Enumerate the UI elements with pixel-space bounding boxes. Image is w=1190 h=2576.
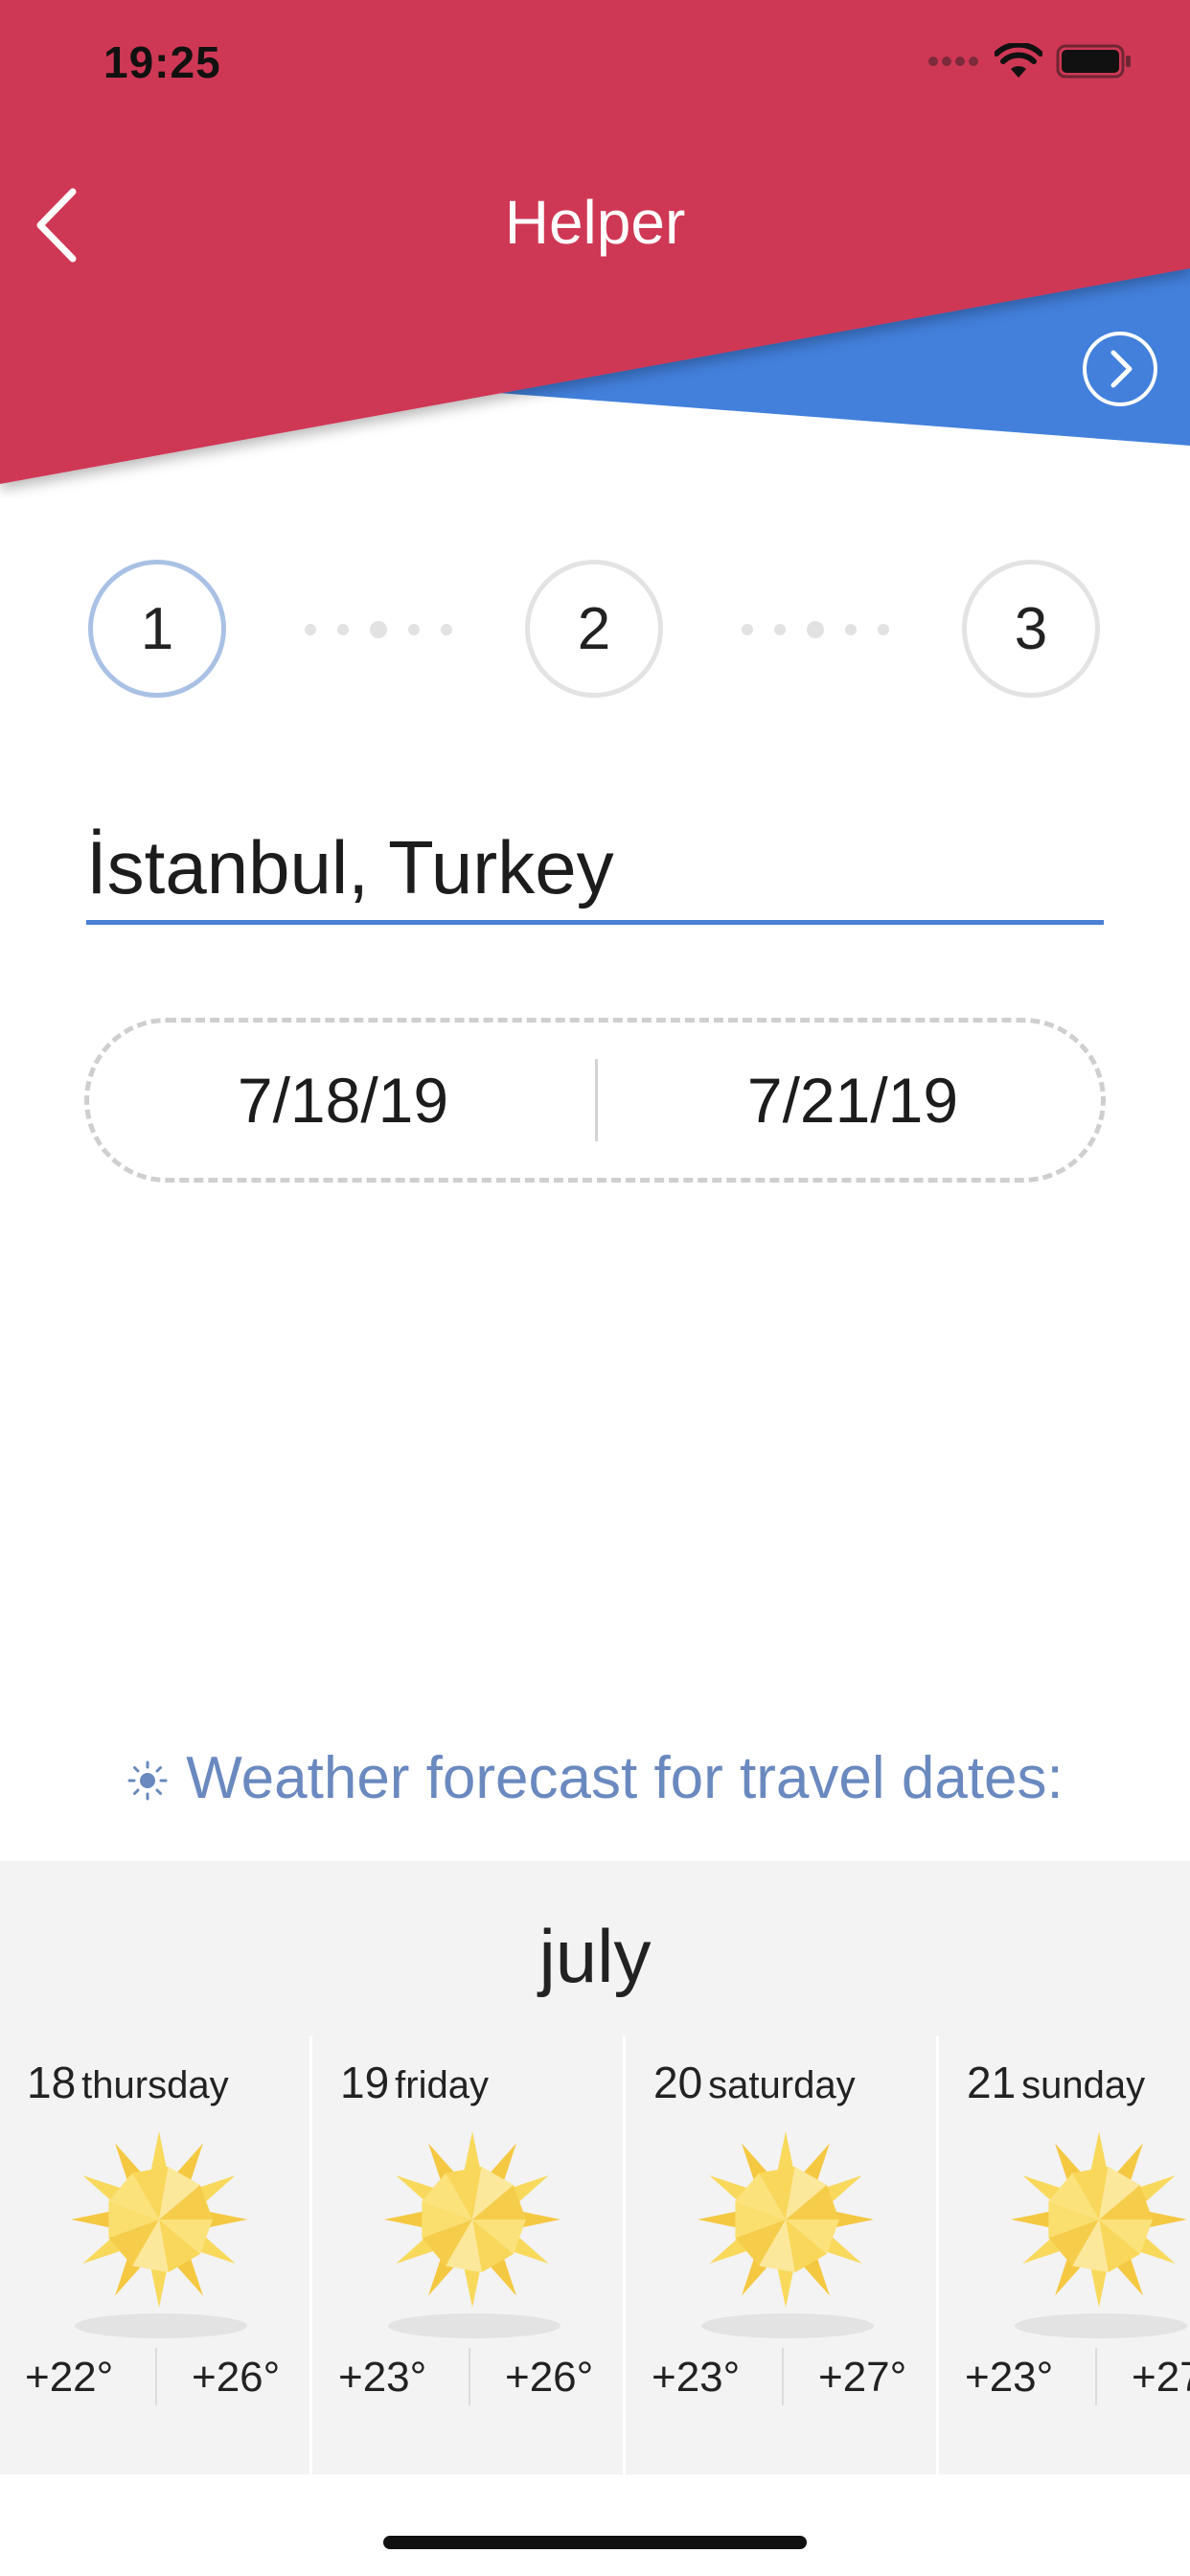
forecast-month: july <box>538 1914 652 1998</box>
temp-min: +23° <box>965 2354 1054 2401</box>
temp-divider <box>782 2348 784 2405</box>
temp-max: +26° <box>505 2354 594 2401</box>
sun-icon <box>1003 2124 1190 2320</box>
status-time: 19:25 <box>103 37 221 87</box>
temp-max: +26° <box>192 2354 281 2401</box>
nav-title: Helper <box>504 188 686 257</box>
day-weekday: saturday <box>708 2064 856 2106</box>
forecast-heading-text: Weather forecast for travel dates: <box>186 1745 1064 1811</box>
forecast-day-card: 21sunday +23° +27° <box>940 2036 1190 2474</box>
sun-icon <box>690 2124 881 2320</box>
status-icons <box>927 42 1133 80</box>
location-underline <box>86 920 1104 925</box>
temp-min: +23° <box>338 2354 427 2401</box>
step-connector-2 <box>742 621 889 638</box>
temp-divider <box>1095 2348 1097 2405</box>
signal-icon <box>928 57 978 66</box>
day-separator <box>309 2036 312 2474</box>
temp-min: +22° <box>25 2354 114 2401</box>
chevron-right-circle-icon <box>1083 332 1157 406</box>
step-connector-1 <box>305 621 452 638</box>
step-3[interactable]: 3 <box>962 560 1100 698</box>
battery-icon <box>1056 44 1131 79</box>
start-date-field[interactable]: 7/18/19 <box>89 1023 597 1178</box>
header: 19:25 Helper <box>0 0 1190 498</box>
day-separator <box>623 2036 626 2474</box>
day-separator <box>936 2036 939 2474</box>
sun-icon <box>63 2124 255 2320</box>
forecast-panel: july 18 thursday +22° +26° 19 friday +23° … <box>0 1861 1190 2474</box>
day-number: 20 <box>653 2058 703 2107</box>
forecast-day-card: 18 thursday +22° +26° <box>0 2036 312 2474</box>
forecast-day-card: 19 friday +23° +26° <box>313 2036 626 2474</box>
day-number: 19 <box>340 2058 390 2107</box>
home-indicator <box>383 2536 807 2549</box>
day-weekday: thursday <box>81 2064 229 2106</box>
day-weekday: friday <box>395 2064 489 2106</box>
temp-min: +23° <box>652 2354 741 2401</box>
temp-divider <box>155 2348 157 2405</box>
next-button[interactable] <box>1081 330 1159 408</box>
end-date-field[interactable]: 7/21/19 <box>599 1023 1107 1178</box>
day-number: 18 <box>27 2058 77 2107</box>
date-divider <box>595 1059 598 1141</box>
day-number: 21 <box>967 2058 1017 2107</box>
temp-max: +27° <box>1132 2354 1190 2401</box>
sun-icon <box>377 2124 568 2320</box>
temp-max: +27° <box>818 2354 907 2401</box>
forecast-day-card: 20 saturday +23° +27° <box>627 2036 939 2474</box>
step-2[interactable]: 2 <box>525 560 663 698</box>
step-1[interactable]: 1 <box>88 560 226 698</box>
location-input[interactable] <box>86 815 1104 920</box>
forecast-heading: Weather forecast for travel dates: <box>0 1744 1190 1816</box>
day-weekday: sunday <box>1021 2064 1146 2106</box>
wifi-icon <box>995 43 1042 78</box>
sun-small-icon <box>126 1748 169 1816</box>
temp-divider <box>469 2348 470 2405</box>
date-range: 7/18/19 7/21/19 <box>84 1018 1106 1183</box>
